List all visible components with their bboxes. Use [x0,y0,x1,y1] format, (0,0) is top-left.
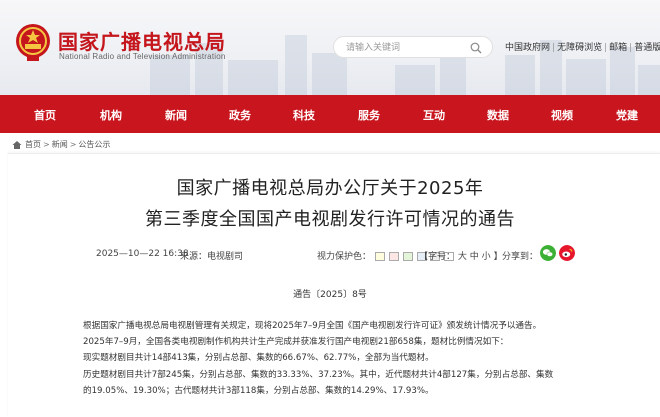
breadcrumb-home[interactable]: 首页 [25,139,41,150]
article-paragraph: 根据国家广播电视总局电视剧管理有关规定，现将2025年7–9月全国《国产电视剧发… [83,321,542,331]
nav-item-org[interactable]: 机构 [100,107,122,123]
nav-item-tech[interactable]: 科技 [293,107,315,123]
divider: | [552,43,556,53]
protect-color-pink[interactable] [388,252,399,261]
article-title-line1: 国家广播电视总局办公厅关于2025年 [176,178,484,199]
eye-protect-label: 视力保护色： [317,252,372,262]
breadcrumb-separator: > [43,140,50,149]
divider: | [604,43,608,53]
search-box [333,36,493,58]
font-size-control: 【字号： 大 中 小 】 [419,249,503,262]
nav-item-gov-affairs[interactable]: 政务 [229,107,251,123]
publish-date: 2025—10—22 16:38 [96,249,189,259]
article-title-line2: 第三季度全国国产电视剧发行许可情况的通告 [145,209,515,230]
article-paragraph: 现实题材剧目共计14部413集，分别占总部、集数的66.67%、62.77%，全… [83,353,434,363]
font-size-small[interactable]: 小 [482,252,491,262]
breadcrumb-notices[interactable]: 公告公示 [78,139,110,150]
link-accessibility[interactable]: 无障碍浏览 [557,43,602,53]
site-title[interactable]: 国家广播电视总局 [58,26,226,55]
nav-item-video[interactable]: 视频 [551,107,573,123]
nav-item-interact[interactable]: 互动 [423,107,445,123]
share-label: 分享到： [502,252,539,262]
site-header: 国家广播电视总局 National Radio and Television A… [0,0,660,95]
breadcrumb: 首页 > 新闻 > 公告公示 [12,139,110,150]
link-mail[interactable]: 邮箱 [609,43,627,53]
breadcrumb-separator: > [69,140,77,149]
nav-item-news[interactable]: 新闻 [165,107,187,123]
article-paragraph: 的19.05%、19.30%；古代题材共计3部118集，分别占总部、集数的14.… [83,386,434,396]
nav-item-data[interactable]: 数据 [487,107,509,123]
main-nav: 首页 机构 新闻 政务 科技 服务 互动 数据 视频 党建 [0,95,660,133]
search-input[interactable] [346,40,466,55]
home-icon [12,140,22,149]
breadcrumb-news[interactable]: 新闻 [52,139,68,150]
nav-item-home[interactable]: 首页 [34,107,56,123]
divider: | [629,43,633,53]
wechat-share-icon[interactable] [540,245,556,261]
article-paragraph: 2025年7–9月，全国各类电视剧制作机构共计生产完成并获准发行国产电视剧21部… [83,337,509,347]
top-links: 中国政府网 | 无障碍浏览 | 邮箱 | 普通版 [505,40,660,53]
article-source: 来源：电视剧司 [180,252,244,262]
article-paragraph: 历史题材剧目共计7部245集，分别占总部、集数的33.33%、37.23%。其中… [83,370,554,380]
font-size-medium[interactable]: 中 [470,252,479,262]
nav-item-party[interactable]: 党建 [616,107,638,123]
font-size-label: 【字号： [419,252,456,262]
national-emblem-logo[interactable] [14,22,52,62]
search-icon[interactable] [470,42,482,54]
protect-color-green[interactable] [402,252,413,261]
weibo-share-icon[interactable] [559,245,575,261]
site-subtitle: National Radio and Television Administra… [59,52,226,61]
link-standard-version[interactable]: 普通版 [634,43,660,53]
document-number: 通告〔2025〕8号 [293,290,367,300]
link-gov[interactable]: 中国政府网 [505,43,550,53]
protect-color-yellow[interactable] [374,252,385,261]
nav-item-service[interactable]: 服务 [358,107,380,123]
font-size-large[interactable]: 大 [458,252,467,262]
